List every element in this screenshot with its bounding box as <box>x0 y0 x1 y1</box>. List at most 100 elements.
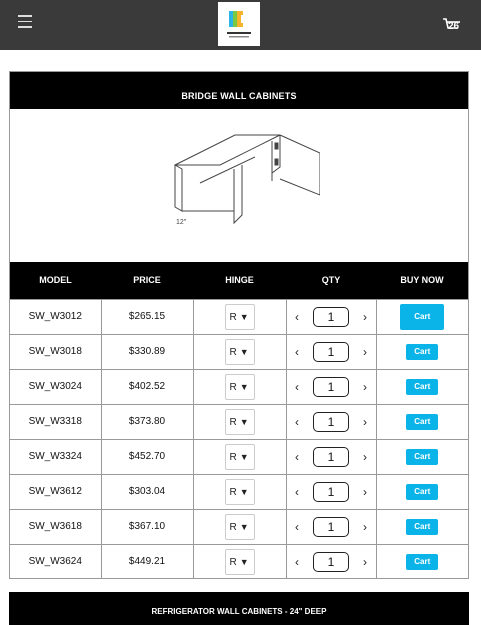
hinge-select[interactable]: R ▼ <box>224 548 255 575</box>
price-cell: $449.21 <box>100 543 193 579</box>
qty-cell: ‹ 1 › <box>285 473 376 509</box>
decrement-icon[interactable]: ‹ <box>288 450 306 464</box>
add-to-cart-button[interactable]: Cart <box>406 378 439 395</box>
increment-icon[interactable]: › <box>356 415 374 429</box>
qty-cell: ‹ 1 › <box>285 438 376 474</box>
cabinet-logo-icon[interactable] <box>218 2 260 46</box>
decrement-icon[interactable]: ‹ <box>288 415 306 429</box>
hinge-value: R <box>229 311 237 323</box>
hinge-cell: R ▼ <box>192 473 286 509</box>
hinge-select[interactable]: R ▼ <box>224 443 255 470</box>
increment-icon[interactable]: › <box>356 310 374 324</box>
add-to-cart-button[interactable]: Cart <box>400 303 445 330</box>
buy-now-cell: Cart <box>375 298 468 334</box>
quantity-input[interactable]: 1 <box>313 411 349 432</box>
quantity-input[interactable]: 1 <box>313 376 349 397</box>
hinge-select[interactable]: R ▼ <box>224 408 255 435</box>
hamburger-icon[interactable] <box>18 15 32 29</box>
decrement-icon[interactable]: ‹ <box>288 380 306 394</box>
table-row: SW_W3318 $373.80 R ▼ ‹ 1 › Cart <box>10 403 468 439</box>
increment-icon[interactable]: › <box>356 380 374 394</box>
decrement-icon[interactable]: ‹ <box>288 520 306 534</box>
hinge-select[interactable]: R ▼ <box>224 303 255 330</box>
qty-cell: ‹ 1 › <box>285 368 376 404</box>
buy-now-cell: Cart <box>375 543 468 579</box>
increment-icon[interactable]: › <box>356 555 374 569</box>
price-cell: $367.10 <box>100 508 193 544</box>
hinge-cell: R ▼ <box>192 508 286 544</box>
add-to-cart-button[interactable]: Cart <box>406 518 439 535</box>
hinge-select[interactable]: R ▼ <box>224 338 255 365</box>
add-to-cart-button[interactable]: Cart <box>406 553 439 570</box>
top-bar: 26 <box>0 0 481 50</box>
quantity-stepper: ‹ 1 › <box>288 341 374 362</box>
buy-now-cell: Cart <box>375 403 468 439</box>
increment-icon[interactable]: › <box>356 485 374 499</box>
section-title-refrigerator: REFRIGERATOR WALL CABINETS - 24" DEEP <box>9 592 469 625</box>
model-cell: SW_W3612 <box>10 473 101 509</box>
price-cell: $303.04 <box>100 473 193 509</box>
chevron-down-icon: ▼ <box>239 311 249 322</box>
quantity-input[interactable]: 1 <box>313 516 349 537</box>
add-to-cart-button[interactable]: Cart <box>406 483 439 500</box>
table-row: SW_W3012 $265.15 R ▼ ‹ 1 › Cart <box>10 298 468 334</box>
hinge-cell: R ▼ <box>192 403 286 439</box>
hinge-value: R <box>229 381 237 393</box>
price-cell: $330.89 <box>100 333 193 369</box>
qty-cell: ‹ 1 › <box>285 403 376 439</box>
hinge-select[interactable]: R ▼ <box>224 513 255 540</box>
buy-now-cell: Cart <box>375 508 468 544</box>
add-to-cart-button[interactable]: Cart <box>406 413 439 430</box>
hinge-value: R <box>229 416 237 428</box>
chevron-down-icon: ▼ <box>239 381 249 392</box>
quantity-input[interactable]: 1 <box>313 551 349 572</box>
hinge-value: R <box>229 451 237 463</box>
quantity-input[interactable]: 1 <box>313 446 349 467</box>
section-title: BRIDGE WALL CABINETS <box>10 72 468 109</box>
add-to-cart-button[interactable]: Cart <box>406 343 439 360</box>
qty-cell: ‹ 1 › <box>285 543 376 579</box>
buy-now-cell: Cart <box>375 368 468 404</box>
increment-icon[interactable]: › <box>356 450 374 464</box>
qty-cell: ‹ 1 › <box>285 333 376 369</box>
quantity-stepper: ‹ 1 › <box>288 551 374 572</box>
quantity-input[interactable]: 1 <box>313 481 349 502</box>
cart-icon[interactable]: 26 <box>442 17 466 35</box>
depth-label: 12" <box>176 219 187 226</box>
column-header-model: MODEL <box>10 262 101 299</box>
increment-icon[interactable]: › <box>356 520 374 534</box>
quantity-stepper: ‹ 1 › <box>288 411 374 432</box>
decrement-icon[interactable]: ‹ <box>288 485 306 499</box>
table-row: SW_W3612 $303.04 R ▼ ‹ 1 › Cart <box>10 473 468 509</box>
product-section: BRIDGE WALL CABINETS 12" MODEL PRICE HIN… <box>9 71 469 579</box>
chevron-down-icon: ▼ <box>239 521 249 532</box>
quantity-input[interactable]: 1 <box>313 341 349 362</box>
chevron-down-icon: ▼ <box>239 416 249 427</box>
buy-now-cell: Cart <box>375 333 468 369</box>
buy-now-cell: Cart <box>375 438 468 474</box>
hinge-value: R <box>229 486 237 498</box>
hinge-select[interactable]: R ▼ <box>224 373 255 400</box>
quantity-input[interactable]: 1 <box>313 306 349 327</box>
decrement-icon[interactable]: ‹ <box>288 310 306 324</box>
qty-cell: ‹ 1 › <box>285 298 376 334</box>
chevron-down-icon: ▼ <box>239 556 249 567</box>
add-to-cart-button[interactable]: Cart <box>406 448 439 465</box>
column-header-price: PRICE <box>101 262 193 299</box>
quantity-stepper: ‹ 1 › <box>288 481 374 502</box>
table-row: SW_W3624 $449.21 R ▼ ‹ 1 › Cart <box>10 543 468 579</box>
price-cell: $452.70 <box>100 438 193 474</box>
hinge-cell: R ▼ <box>192 333 286 369</box>
chevron-down-icon: ▼ <box>239 451 249 462</box>
table-row: SW_W3618 $367.10 R ▼ ‹ 1 › Cart <box>10 508 468 544</box>
increment-icon[interactable]: › <box>356 345 374 359</box>
table-row: SW_W3018 $330.89 R ▼ ‹ 1 › Cart <box>10 333 468 369</box>
model-cell: SW_W3318 <box>10 403 101 439</box>
decrement-icon[interactable]: ‹ <box>288 345 306 359</box>
decrement-icon[interactable]: ‹ <box>288 555 306 569</box>
hinge-select[interactable]: R ▼ <box>224 478 255 505</box>
model-cell: SW_W3018 <box>10 333 101 369</box>
product-table: MODEL PRICE HINGE QTY BUY NOW SW_W3012 $2… <box>10 262 468 579</box>
model-cell: SW_W3012 <box>10 298 101 334</box>
table-row: SW_W3324 $452.70 R ▼ ‹ 1 › Cart <box>10 438 468 474</box>
